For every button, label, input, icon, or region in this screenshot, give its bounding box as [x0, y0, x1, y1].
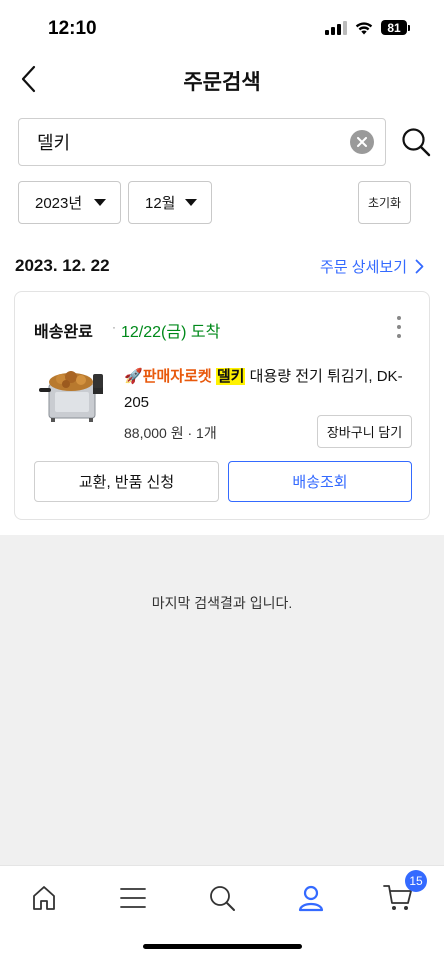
add-to-cart-button[interactable]: 장바구니 담기 [317, 415, 412, 448]
search-input-value[interactable]: 델키 [19, 129, 350, 155]
brand-highlight: 델키 [215, 368, 246, 385]
product-thumbnail[interactable] [35, 362, 117, 428]
order-detail-link[interactable]: 주문 상세보기 [320, 256, 424, 277]
product-price-row: 88,000 원 · 1개 [124, 423, 217, 443]
search-input[interactable]: 델키 [18, 118, 386, 166]
nav-menu[interactable] [113, 878, 153, 918]
more-options-button[interactable] [395, 316, 403, 338]
reset-button[interactable]: 초기화 [358, 181, 411, 224]
signal-icon [325, 20, 347, 35]
results-footer: 마지막 검색결과 입니다. [0, 535, 444, 865]
year-select-value: 2023년 [35, 195, 83, 212]
deep-fryer-image [39, 371, 103, 422]
cart-count-badge: 15 [405, 870, 427, 892]
status-time: 12:10 [48, 18, 97, 39]
battery-icon: 81 [381, 20, 410, 35]
month-select-value: 12월 [145, 195, 176, 212]
search-icon [210, 886, 235, 911]
nav-search[interactable] [202, 878, 242, 918]
product-quantity: 1개 [196, 425, 217, 441]
exchange-return-button[interactable]: 교환, 반품 신청 [34, 461, 219, 502]
status-bar: 12:10 81 [0, 0, 444, 58]
price-separator: · [187, 425, 193, 441]
caret-down-icon [185, 199, 197, 206]
order-date: 2023. 12. 22 [15, 256, 110, 275]
status-icons: 81 [325, 20, 410, 35]
my-account-icon [298, 885, 324, 912]
nav-home[interactable] [24, 878, 64, 918]
clear-search-button[interactable] [350, 130, 374, 154]
year-select[interactable]: 2023년 [18, 181, 121, 224]
caret-down-icon [94, 199, 106, 206]
menu-icon [120, 888, 146, 908]
delivery-date: 12/22(금) 도착 [121, 324, 221, 341]
home-indicator [143, 944, 302, 949]
close-icon [357, 137, 367, 147]
search-icon [402, 128, 431, 157]
header: 주문검색 [0, 58, 444, 102]
track-delivery-button[interactable]: 배송조회 [228, 461, 412, 502]
home-icon [33, 886, 55, 910]
rocket-icon: 🚀 [124, 368, 143, 385]
delivery-status: 배송완료 [34, 324, 93, 341]
wifi-icon [355, 21, 373, 34]
page-title: 주문검색 [183, 71, 261, 94]
end-of-results-message: 마지막 검색결과 입니다. [151, 595, 293, 611]
status-separator: · [112, 320, 116, 334]
seller-rocket-label: 판매자로켓 [142, 368, 212, 385]
nav-my-account[interactable] [291, 878, 331, 918]
month-select[interactable]: 12월 [128, 181, 212, 224]
product-price: 88,000 원 [124, 425, 184, 441]
search-button[interactable] [400, 126, 432, 158]
order-card: 배송완료 · 12/22(금) 도착 🚀판매자로켓 델키 대용량 전기 튀김기,… [14, 291, 430, 520]
product-name[interactable]: 🚀판매자로켓 델키 대용량 전기 튀김기, DK-205 [124, 364, 420, 416]
order-detail-label: 주문 상세보기 [320, 259, 407, 276]
chevron-right-icon [415, 259, 424, 274]
battery-level: 81 [381, 20, 407, 35]
